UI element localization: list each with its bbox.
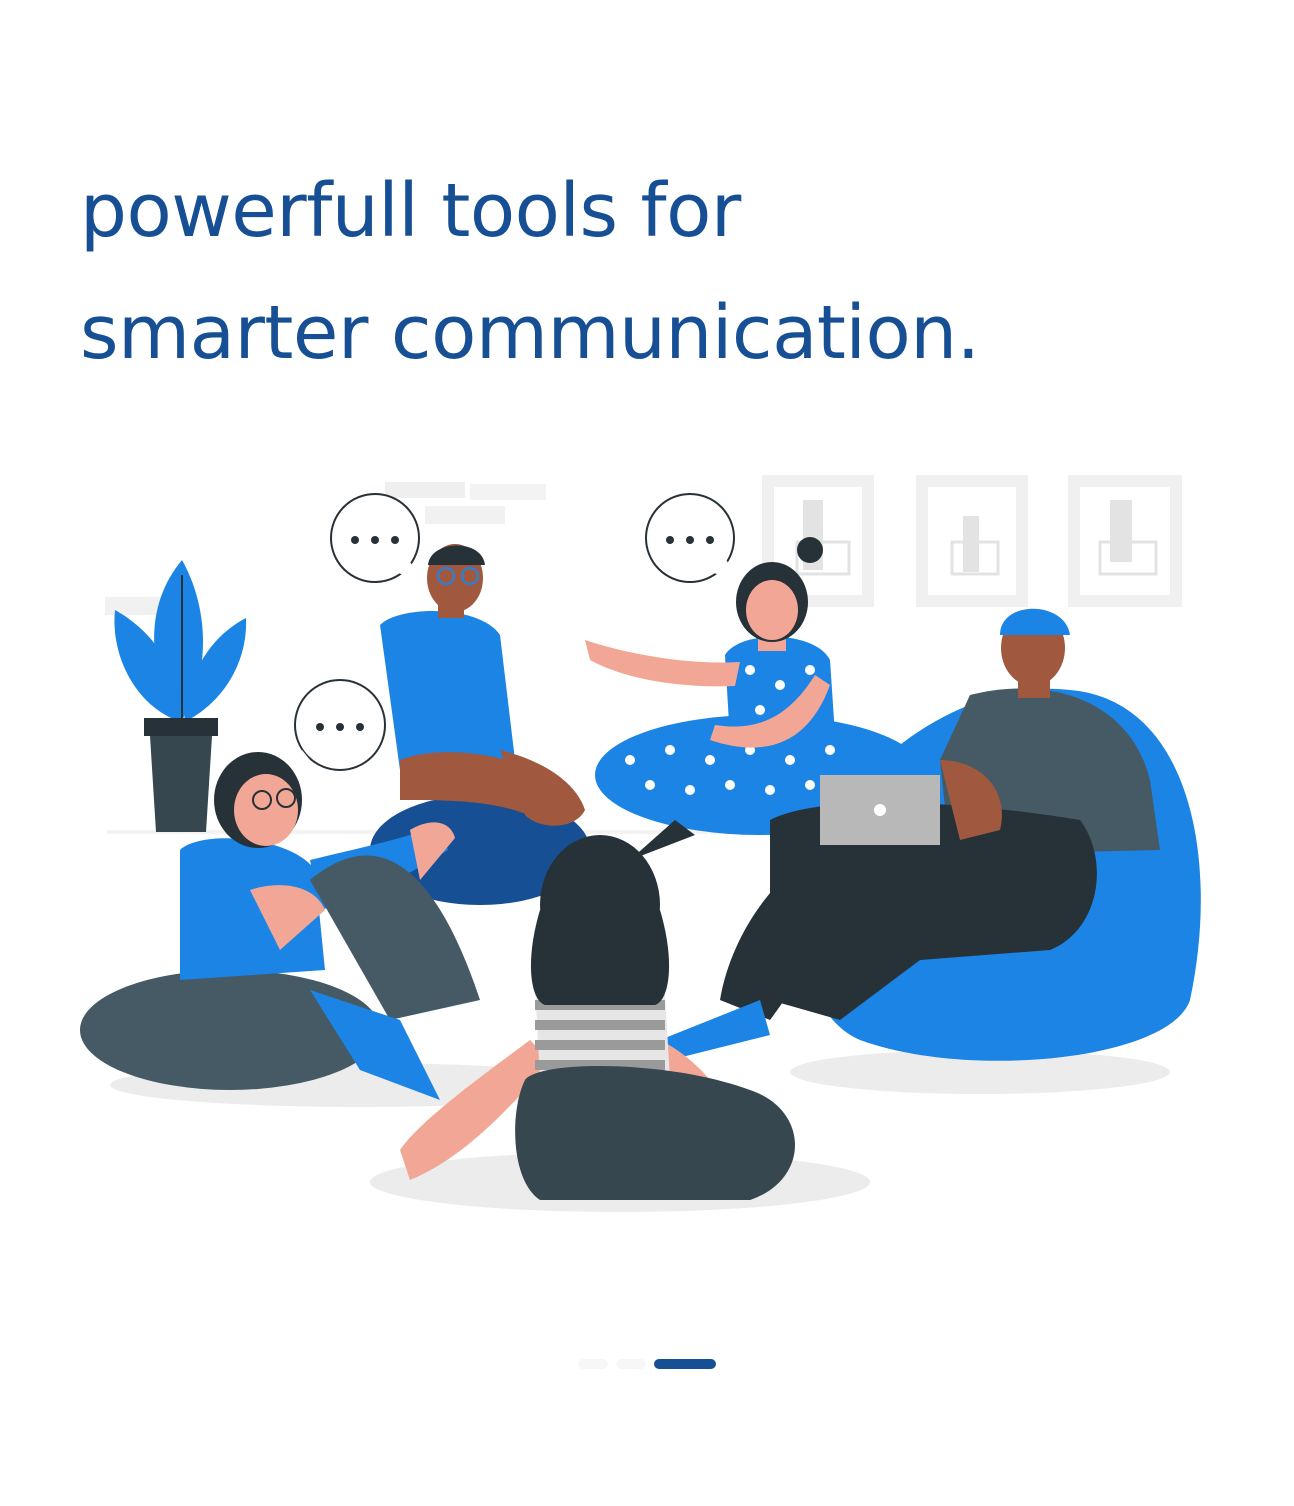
page-dot-1[interactable]	[578, 1359, 608, 1369]
wall-frames	[762, 475, 1182, 607]
page-title: powerfull tools for smarter communicatio…	[80, 150, 980, 394]
group-discussion-illustration	[80, 475, 1201, 1212]
speech-bubble-icon	[290, 679, 386, 772]
page-dot-2[interactable]	[616, 1359, 646, 1369]
headline-line-2: smarter communication.	[80, 290, 980, 376]
speech-bubble-icon	[645, 493, 738, 583]
headline-line-1: powerfull tools for	[80, 168, 741, 254]
page-dot-3-active[interactable]	[654, 1359, 716, 1369]
page-indicator	[0, 1356, 1294, 1372]
speech-bubble-icon	[330, 493, 420, 583]
